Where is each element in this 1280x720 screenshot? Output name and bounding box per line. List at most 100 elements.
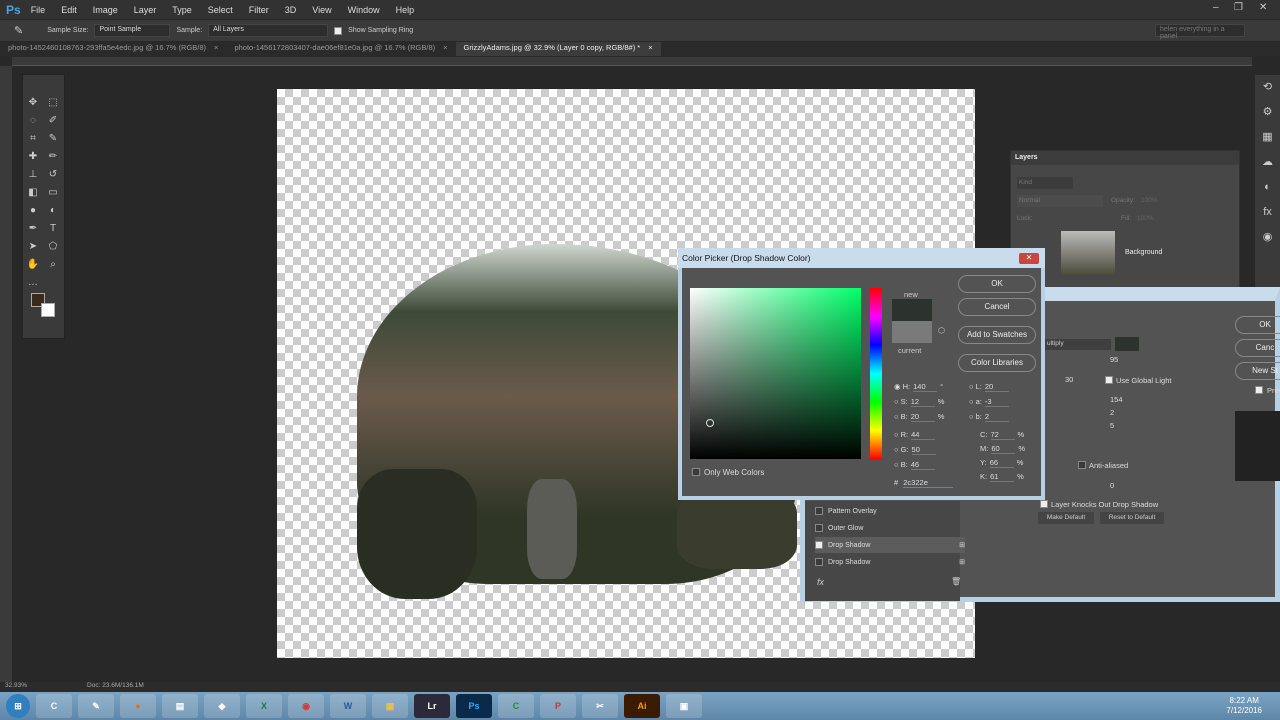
taskbar-lightroom[interactable]: Lr (414, 694, 450, 718)
styles-icon[interactable]: fx (1255, 200, 1280, 225)
shadow-color-swatch[interactable] (1115, 337, 1139, 351)
effect-drop-shadow[interactable]: Drop Shadow ⊞ (815, 554, 965, 570)
size-field[interactable]: 5 (1110, 421, 1114, 430)
menu-3d[interactable]: 3D (285, 5, 297, 15)
taskbar-camtasia[interactable]: C (36, 694, 72, 718)
add-icon[interactable]: ⊞ (959, 541, 965, 549)
spread-field[interactable]: 2 (1110, 408, 1114, 417)
search-input[interactable]: helen everything in a panel (1155, 24, 1245, 40)
taskbar-photos[interactable]: ▣ (666, 694, 702, 718)
taskbar-app[interactable]: ◆ (204, 694, 240, 718)
brush-tool-icon[interactable]: ✏ (46, 151, 60, 165)
taskbar-snipping[interactable]: ✂ (582, 694, 618, 718)
start-button[interactable]: ⊞ (6, 694, 30, 718)
layer-name[interactable]: Background (1125, 249, 1162, 256)
blend-mode-select[interactable]: Normal (1017, 195, 1103, 207)
libraries-icon[interactable]: ☁ (1255, 150, 1280, 175)
minimize-button[interactable]: – (1213, 2, 1219, 13)
color-libraries-button[interactable]: Color Libraries (958, 354, 1036, 372)
close-icon[interactable]: × (443, 43, 447, 55)
taskbar-excel[interactable]: X (246, 694, 282, 718)
move-tool-icon[interactable]: ✥ (26, 97, 40, 111)
path-select-icon[interactable]: ➤ (26, 241, 40, 255)
layer-style-cancel-button[interactable]: Canc (1235, 339, 1280, 357)
close-button[interactable]: ✕ (1259, 2, 1267, 13)
menu-select[interactable]: Select (208, 5, 233, 15)
zoom-level[interactable]: 32.93% (5, 682, 27, 692)
sample-select[interactable]: All Layers (208, 24, 329, 37)
menu-edit[interactable]: Edit (61, 5, 77, 15)
channels-icon[interactable]: ◉ (1255, 225, 1280, 250)
reset-default-button[interactable]: Reset to Default (1100, 512, 1164, 524)
taskbar-illustrator[interactable]: Ai (624, 694, 660, 718)
menu-view[interactable]: View (312, 5, 331, 15)
checkbox[interactable] (815, 558, 823, 566)
menu-file[interactable]: File (31, 5, 46, 15)
show-sampling-ring-checkbox[interactable] (334, 26, 343, 35)
sample-size-select[interactable]: Point Sample (94, 24, 171, 37)
use-global-light-checkbox[interactable] (1105, 376, 1113, 384)
add-to-swatches-button[interactable]: Add to Swatches (958, 326, 1036, 344)
background-color-swatch[interactable] (41, 303, 55, 317)
taskbar-photoshop[interactable]: Ps (456, 694, 492, 718)
hand-tool-icon[interactable]: ✋ (26, 259, 40, 273)
crop-tool-icon[interactable]: ⌗ (26, 133, 40, 147)
history-icon[interactable]: ⟲ (1255, 75, 1280, 100)
dialog-close-button[interactable]: ✕ (1019, 253, 1039, 264)
taskbar-powerpoint[interactable]: P (540, 694, 576, 718)
angle-field[interactable]: 30 (1065, 375, 1073, 384)
taskbar-camtasia-2[interactable]: C (498, 694, 534, 718)
ok-button[interactable]: OK (958, 275, 1036, 293)
anti-aliased-checkbox[interactable] (1078, 461, 1086, 469)
quick-select-icon[interactable]: ✐ (46, 115, 60, 129)
cancel-button[interactable]: Cancel (958, 298, 1036, 316)
restore-button[interactable]: ❐ (1234, 2, 1243, 13)
close-icon[interactable]: × (214, 43, 218, 55)
menu-image[interactable]: Image (93, 5, 118, 15)
checkbox[interactable] (815, 507, 823, 515)
hue-slider[interactable] (870, 288, 882, 459)
effect-pattern-overlay[interactable]: Pattern Overlay (815, 503, 965, 519)
blur-tool-icon[interactable]: ● (26, 205, 40, 219)
pen-tool-icon[interactable]: ✒ (26, 223, 40, 237)
properties-icon[interactable]: ⚙ (1255, 100, 1280, 125)
make-default-button[interactable]: Make Default (1038, 512, 1094, 524)
layers-tab[interactable]: Layers (1011, 151, 1239, 165)
taskbar-chrome[interactable]: ◉ (288, 694, 324, 718)
zoom-tool-icon[interactable]: ⌕ (46, 259, 60, 273)
knockout-checkbox[interactable] (1040, 500, 1048, 508)
checkbox[interactable] (815, 541, 823, 549)
current-color-swatch[interactable] (892, 321, 932, 343)
fx-icon[interactable]: fx (817, 577, 824, 587)
shape-tool-icon[interactable]: ⬠ (46, 241, 60, 255)
opacity-field[interactable]: 95 (1110, 355, 1118, 364)
gradient-tool-icon[interactable]: ▭ (46, 187, 60, 201)
tab-doc-2[interactable]: photo-1456172803407-dae06ef81e0a.jpg @ 1… (226, 42, 455, 56)
eraser-tool-icon[interactable]: ◧ (26, 187, 40, 201)
trash-icon[interactable]: 🗑 (951, 577, 961, 586)
blend-mode-select[interactable]: ultiply (1045, 339, 1111, 350)
layer-style-ok-button[interactable]: OK (1235, 316, 1280, 334)
dodge-tool-icon[interactable]: ◐ (46, 205, 60, 219)
close-icon[interactable]: × (648, 43, 652, 55)
menu-window[interactable]: Window (348, 5, 380, 15)
taskbar-firefox[interactable]: ● (120, 694, 156, 718)
taskbar-explorer[interactable]: ▦ (372, 694, 408, 718)
menu-help[interactable]: Help (396, 5, 415, 15)
swatches-icon[interactable]: ▦ (1255, 125, 1280, 150)
eyedropper-icon[interactable]: ✎ (14, 24, 23, 37)
color-field-cursor[interactable] (706, 419, 714, 427)
taskbar-word[interactable]: W (330, 694, 366, 718)
stamp-tool-icon[interactable]: ⊥ (26, 169, 40, 183)
effect-drop-shadow-selected[interactable]: Drop Shadow ⊞ (815, 537, 965, 553)
menu-layer[interactable]: Layer (134, 5, 157, 15)
taskbar-paint[interactable]: ✎ (78, 694, 114, 718)
eyedropper-tool-icon[interactable]: ✎ (46, 133, 60, 147)
taskbar-notepad[interactable]: ▤ (162, 694, 198, 718)
checkbox[interactable] (815, 524, 823, 532)
only-web-colors-checkbox[interactable] (692, 468, 700, 476)
noise-field[interactable]: 0 (1110, 481, 1114, 490)
menu-type[interactable]: Type (172, 5, 192, 15)
tab-doc-1[interactable]: photo-1452460108763-293ffa5e4edc.jpg @ 1… (0, 42, 226, 56)
effect-outer-glow[interactable]: Outer Glow (815, 520, 965, 536)
